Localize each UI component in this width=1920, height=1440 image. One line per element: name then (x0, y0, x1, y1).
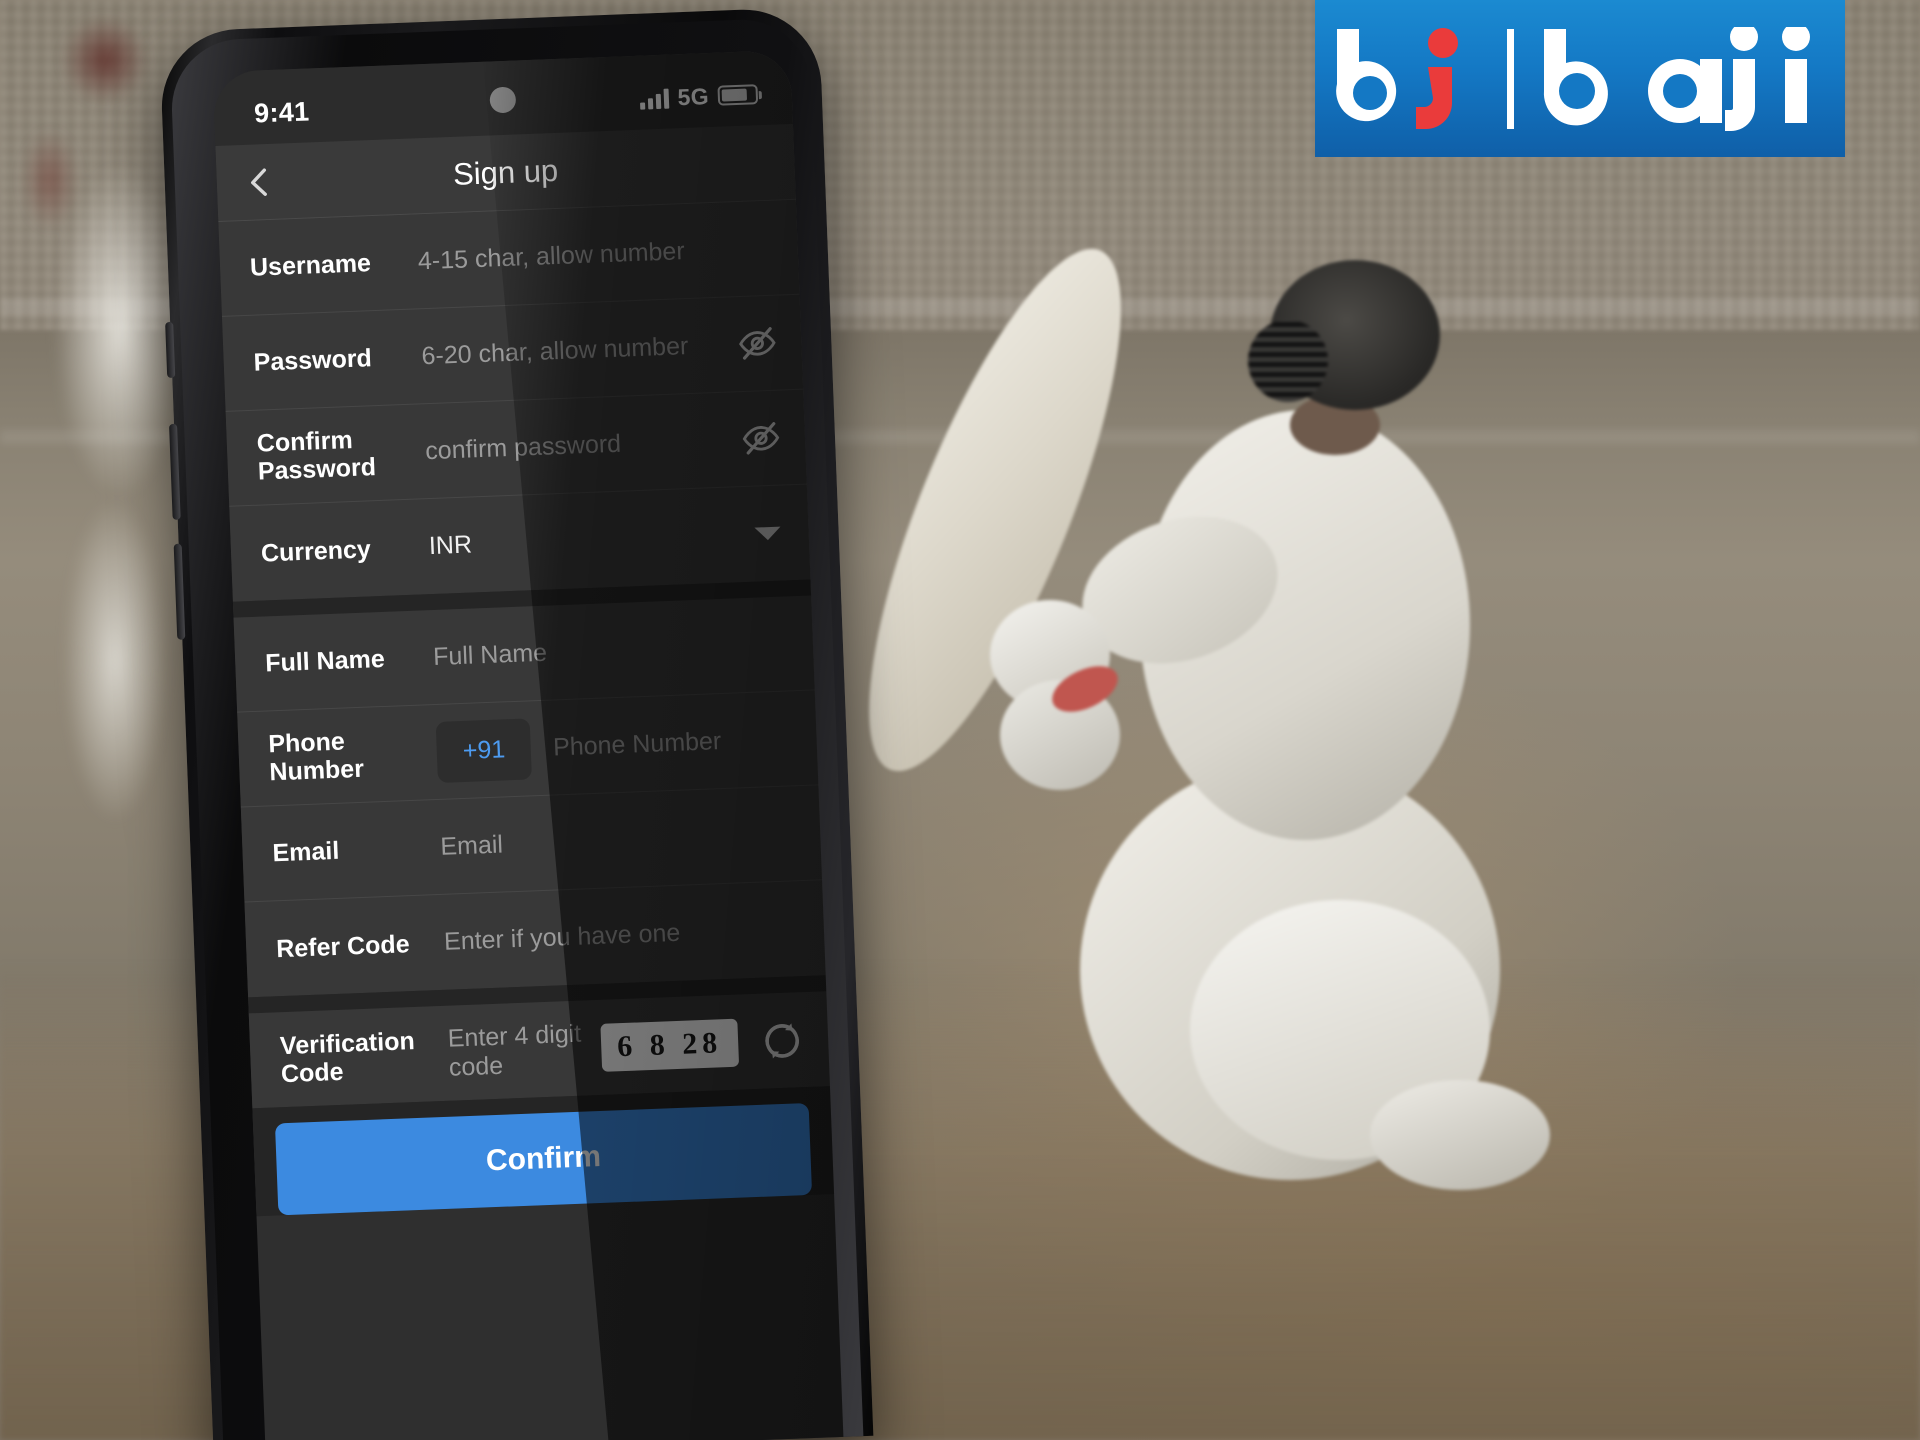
status-time: 9:41 (253, 95, 310, 129)
field-label: Verification Code (279, 1026, 416, 1088)
refer-code-input[interactable]: Enter if you have one (444, 914, 801, 957)
back-button[interactable] (242, 164, 277, 199)
captcha-image: 6 8 28 (600, 1018, 740, 1072)
chevron-down-icon[interactable] (754, 526, 781, 541)
phone-mockup: 9:41 5G Sign up Username 4-15 char, allo… (158, 6, 894, 1440)
logo-divider (1506, 28, 1514, 129)
phone-screen: 9:41 5G Sign up Username 4-15 char, allo… (212, 49, 844, 1440)
front-camera-dot (489, 86, 517, 114)
baji-logo (1315, 0, 1845, 157)
country-code-selector[interactable]: +91 (435, 717, 533, 783)
field-label: Full Name (264, 644, 386, 678)
battery-icon (717, 84, 759, 106)
currency-select-value[interactable]: INR (428, 520, 755, 561)
personal-field-group: Full Name Full Name Phone Number +91 Pho… (233, 595, 826, 998)
confirm-button[interactable]: Confirm (274, 1102, 813, 1216)
field-label: Refer Code (275, 929, 411, 963)
account-field-group: Username 4-15 char, allow number Passwor… (218, 199, 811, 602)
field-label: Confirm Password (256, 425, 377, 486)
verification-code-input[interactable]: Enter 4 digit code (447, 1018, 602, 1082)
baji-wordmark-icon (1540, 22, 1830, 131)
refresh-icon[interactable] (759, 1018, 805, 1064)
username-input[interactable]: 4-15 char, allow number (417, 233, 774, 276)
batsman-figure (820, 200, 1550, 1300)
field-label: Password (253, 344, 373, 377)
signup-form: Username 4-15 char, allow number Passwor… (218, 199, 835, 1217)
password-input[interactable]: 6-20 char, allow number (421, 330, 738, 371)
field-label: Phone Number (267, 727, 365, 787)
signal-bars-icon (639, 87, 669, 110)
full-name-input[interactable]: Full Name (433, 629, 790, 672)
field-label: Currency (260, 534, 372, 568)
eye-off-icon[interactable] (737, 323, 779, 365)
eye-off-icon[interactable] (740, 418, 782, 460)
confirm-password-input[interactable]: confirm password (425, 425, 742, 466)
page-title: Sign up (452, 152, 559, 192)
batsman-shoe (1370, 1080, 1550, 1190)
phone-number-input[interactable]: Phone Number (553, 724, 794, 762)
submit-area: Confirm (252, 1086, 835, 1217)
helmet-grille (1248, 320, 1328, 402)
email-input[interactable]: Email (440, 819, 797, 862)
field-label: Email (272, 836, 340, 868)
bj-monogram-icon (1331, 27, 1481, 131)
field-label: Username (249, 249, 372, 282)
network-type-label: 5G (677, 82, 710, 110)
